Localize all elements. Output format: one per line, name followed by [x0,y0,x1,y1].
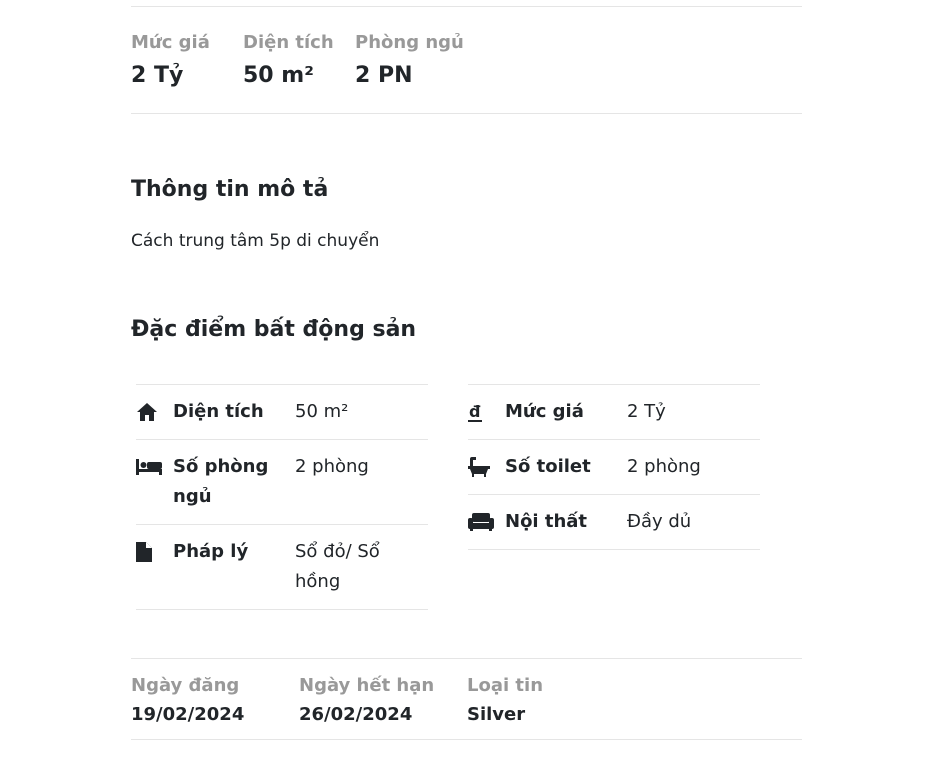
overview-price: Mức giá 2 Tỷ [131,30,210,90]
overview-divider [131,113,802,114]
feature-row-furniture: Nội thất Đầy dủ [468,494,760,550]
meta-listing-type-value: Silver [467,704,526,725]
meta-posted-date: Ngày đăng 19/02/2024 [131,673,244,728]
feature-row-toilets: Số toilet 2 phòng [468,439,760,494]
meta-listing-type-label: Loại tin [467,675,544,696]
description-text: Cách trung tâm 5p di chuyển [131,231,380,251]
feature-label: Số toilet [505,456,591,477]
meta-expiry-date: Ngày hết hạn 26/02/2024 [299,673,434,728]
feature-row-legal: Pháp lý Sổ đỏ/ Sổ hồng [136,524,428,610]
overview-bedrooms-label: Phòng ngủ [355,32,464,53]
overview-bedrooms: Phòng ngủ 2 PN [355,30,464,90]
overview-area: Diện tích 50 m² [243,30,334,90]
meta-top-divider [131,658,802,659]
meta-expiry-date-label: Ngày hết hạn [299,675,435,696]
features-right-column: đ Mức giá 2 Tỷ Số toilet 2 phòng Nội thấ… [468,384,760,550]
meta-expiry-date-value: 26/02/2024 [299,704,413,725]
overview-price-label: Mức giá [131,32,210,53]
currency-dong-icon: đ [468,397,505,427]
feature-label: Nội thất [505,511,588,532]
feature-value: Sổ đỏ/ Sổ hồng [295,541,380,592]
feature-value: 2 phòng [295,456,369,477]
feature-value: 2 phòng [627,456,701,477]
feature-label: Diện tích [173,401,264,422]
feature-row-area: Diện tích 50 m² [136,384,428,439]
feature-value: 50 m² [295,401,349,422]
feature-row-bedrooms: Số phòng ngủ 2 phòng [136,439,428,524]
feature-value: Đầy dủ [627,511,692,532]
meta-bottom-divider [131,739,802,740]
overview-area-label: Diện tích [243,32,334,53]
meta-listing-type: Loại tin Silver [467,673,543,728]
home-icon [136,397,173,427]
feature-label: Mức giá [505,401,584,422]
bed-icon [136,452,173,482]
features-title: Đặc điểm bất động sản [131,317,417,342]
sofa-icon [468,507,505,537]
document-icon [136,537,173,567]
feature-label: Pháp lý [173,541,249,562]
svg-text:đ: đ [469,402,481,421]
feature-label: Số phòng ngủ [173,456,269,507]
features-left-column: Diện tích 50 m² Số phòng ngủ 2 phòng Phá… [136,384,428,610]
feature-value: 2 Tỷ [627,401,666,422]
bath-icon [468,452,505,482]
top-divider [131,6,802,7]
overview-price-value: 2 Tỷ [131,63,184,88]
description-title: Thông tin mô tả [131,177,329,202]
overview-bedrooms-value: 2 PN [355,63,413,88]
feature-row-price: đ Mức giá 2 Tỷ [468,384,760,439]
meta-posted-date-label: Ngày đăng [131,675,240,696]
meta-posted-date-value: 19/02/2024 [131,704,245,725]
overview-area-value: 50 m² [243,63,314,88]
